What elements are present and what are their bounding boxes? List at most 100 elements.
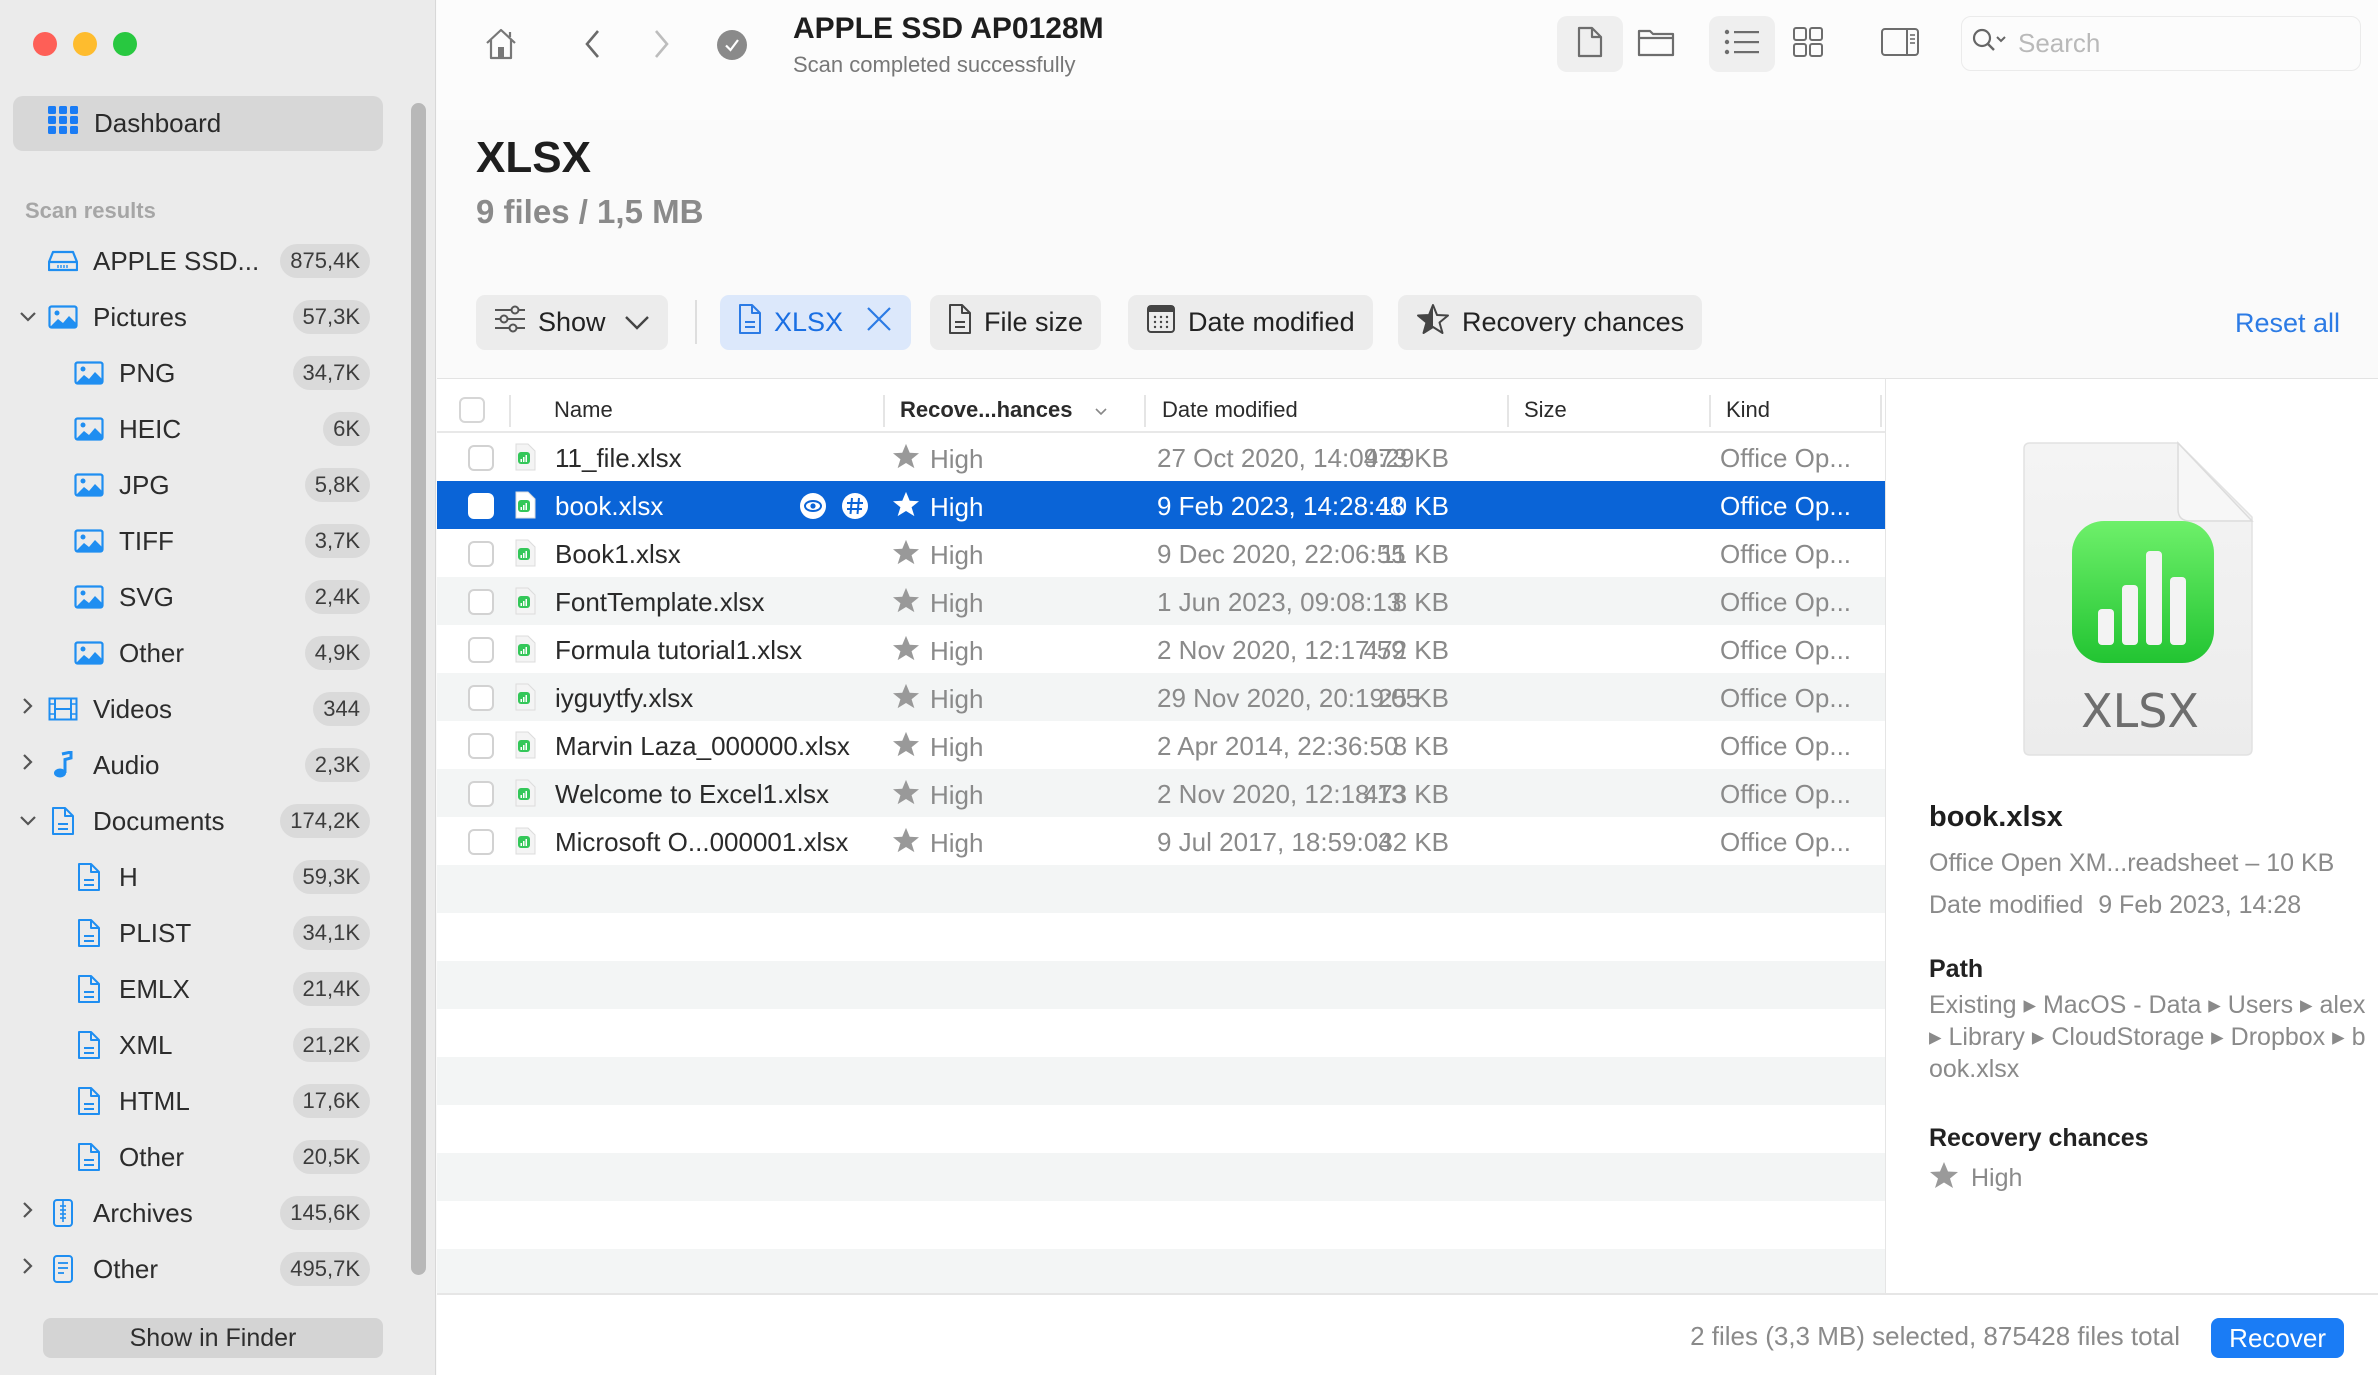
- sidebar-item-documents[interactable]: Documents 174,2K: [0, 793, 400, 849]
- document-icon: [73, 919, 105, 947]
- home-icon[interactable]: [481, 24, 521, 64]
- row-checkbox[interactable]: [468, 781, 494, 807]
- sidebar-item-label: SVG: [119, 581, 174, 612]
- sidebar-item-svg[interactable]: SVG 2,4K: [0, 569, 400, 625]
- toggle-preview-panel-button[interactable]: [1867, 16, 1933, 72]
- column-header-size[interactable]: Size: [1524, 387, 1567, 433]
- file-kind: Office Op...: [1720, 539, 1852, 569]
- table-row[interactable]: Microsoft O...000001.xlsx High 9 Jul 2017,…: [437, 817, 1885, 865]
- chevron-right-icon[interactable]: [18, 753, 38, 777]
- xlsx-filter-chip[interactable]: XLSX: [720, 295, 912, 350]
- sidebar-item-dashboard[interactable]: Dashboard: [13, 96, 383, 151]
- empty-row: [437, 1201, 1885, 1249]
- list-view-button[interactable]: [1709, 16, 1775, 72]
- file-kind: Office Op...: [1720, 491, 1852, 521]
- table-row[interactable]: iyguytfy.xlsx High 29 Nov 2020, 20:19:05 25…: [437, 673, 1885, 721]
- file-size: 472 KB: [1363, 635, 1449, 665]
- file-name: 11_file.xlsx: [555, 443, 682, 473]
- sidebar-item-pictures[interactable]: Pictures 57,3K: [0, 289, 400, 345]
- sidebar-scrollbar[interactable]: [411, 103, 426, 1275]
- folders-view-button[interactable]: [1623, 16, 1689, 72]
- column-header-recovery[interactable]: Recove...hances: [900, 387, 1108, 433]
- search-input[interactable]: [2018, 28, 2318, 59]
- table-row[interactable]: FontTemplate.xlsx High 1 Jun 2023, 09:08:1…: [437, 577, 1885, 625]
- sidebar-item-h[interactable]: H 59,3K: [0, 849, 400, 905]
- row-checkbox[interactable]: [468, 493, 494, 519]
- sidebar-item-emlx[interactable]: EMLX 21,4K: [0, 961, 400, 1017]
- recovery-chances-filter[interactable]: Recovery chances: [1398, 295, 1703, 350]
- table-row[interactable]: Marvin Laza_000000.xlsx High 2 Apr 2014, 2…: [437, 721, 1885, 769]
- recover-button[interactable]: Recover: [2211, 1318, 2344, 1358]
- show-in-finder-button[interactable]: Show in Finder: [43, 1318, 383, 1358]
- date-modified: 2 Apr 2014, 22:36:50: [1157, 731, 1399, 761]
- empty-row: [437, 961, 1885, 1009]
- chevron-right-icon[interactable]: [18, 697, 38, 721]
- file-name: Marvin Laza_000000.xlsx: [555, 731, 850, 761]
- table-row[interactable]: 11_file.xlsx High 27 Oct 2020, 14:09:29 473…: [437, 433, 1885, 481]
- page-title: XLSX: [476, 133, 591, 182]
- row-checkbox[interactable]: [468, 733, 494, 759]
- sidebar-item-label: Other: [93, 1253, 159, 1284]
- row-checkbox[interactable]: [468, 685, 494, 711]
- count-badge: 17,6K: [292, 1084, 370, 1118]
- row-checkbox[interactable]: [468, 637, 494, 663]
- sidebar-item-archives[interactable]: Archives 145,6K: [0, 1185, 400, 1241]
- sidebar-item-heic[interactable]: HEIC 6K: [0, 401, 400, 457]
- sidebar-item-html[interactable]: HTML 17,6K: [0, 1073, 400, 1129]
- date-modified-filter[interactable]: Date modified: [1128, 295, 1373, 350]
- show-filter-dropdown[interactable]: Show: [476, 295, 668, 350]
- table-row[interactable]: Formula tutorial1.xlsx High 2 Nov 2020, 12…: [437, 625, 1885, 673]
- close-window-button[interactable]: [33, 32, 57, 56]
- scan-results-tree: APPLE SSD... 875,4K Pictures 57,3K PNG 34,7K H…: [0, 233, 400, 1297]
- sidebar-item-other[interactable]: Other 495,7K: [0, 1241, 400, 1297]
- row-checkbox[interactable]: [468, 589, 494, 615]
- column-header-name[interactable]: Name: [554, 387, 613, 433]
- sidebar-item-tiff[interactable]: TIFF 3,7K: [0, 513, 400, 569]
- chevron-down-icon[interactable]: [18, 810, 38, 833]
- grid-view-button[interactable]: [1775, 16, 1841, 72]
- hex-view-icon[interactable]: [841, 492, 869, 527]
- sidebar-item-other[interactable]: Other 4,9K: [0, 625, 400, 681]
- row-checkbox[interactable]: [468, 445, 494, 471]
- search-field[interactable]: [1961, 16, 2361, 71]
- sidebar-item-png[interactable]: PNG 34,7K: [0, 345, 400, 401]
- list-icon: [1724, 28, 1760, 61]
- table-row[interactable]: Welcome to Excel1.xlsx High 2 Nov 2020, 12…: [437, 769, 1885, 817]
- sidebar-item-other[interactable]: Other 20,5K: [0, 1129, 400, 1185]
- select-all-checkbox[interactable]: [459, 397, 485, 423]
- reset-all-link[interactable]: Reset all: [2235, 308, 2340, 339]
- sidebar-item-plist[interactable]: PLIST 34,1K: [0, 905, 400, 961]
- remove-filter-icon[interactable]: [865, 305, 893, 340]
- chevron-right-icon[interactable]: [18, 1201, 38, 1225]
- star-icon: [892, 539, 920, 572]
- sidebar-item-label: XML: [119, 1029, 173, 1060]
- chevron-down-icon[interactable]: [18, 306, 38, 329]
- sidebar-item-jpg[interactable]: JPG 5,8K: [0, 457, 400, 513]
- table-row[interactable]: Book1.xlsx High 9 Dec 2020, 22:06:55 11 KB O…: [437, 529, 1885, 577]
- count-badge: 21,2K: [292, 1028, 370, 1062]
- file-size-filter[interactable]: File size: [930, 295, 1102, 350]
- table-row[interactable]: book.xlsx High 9 Feb 2023, 14:28:48 10 KB Of…: [437, 481, 1885, 529]
- sidebar-item-videos[interactable]: Videos 344: [0, 681, 400, 737]
- xlsx-file-icon: [514, 587, 536, 615]
- maximize-window-button[interactable]: [113, 32, 137, 56]
- column-header-date[interactable]: Date modified: [1162, 387, 1298, 433]
- forward-chevron-icon[interactable]: [647, 24, 677, 64]
- chevron-right-icon[interactable]: [18, 1257, 38, 1281]
- sidebar-item-xml[interactable]: XML 21,2K: [0, 1017, 400, 1073]
- sidebar-item-apple-ssd[interactable]: APPLE SSD... 875,4K: [0, 233, 400, 289]
- back-chevron-icon[interactable]: [577, 24, 607, 64]
- recovery-value: High: [930, 492, 984, 522]
- files-view-button[interactable]: [1557, 16, 1623, 72]
- recovery-value: High: [930, 684, 984, 714]
- row-checkbox[interactable]: [468, 541, 494, 567]
- date-modified: 9 Feb 2023, 14:28:48: [1157, 491, 1405, 521]
- file-kind: Office Op...: [1720, 587, 1852, 617]
- file-size: 25 KB: [1378, 683, 1449, 713]
- column-header-kind[interactable]: Kind: [1726, 387, 1770, 433]
- sidebar-item-label: Videos: [93, 693, 173, 724]
- preview-eye-icon[interactable]: [799, 492, 827, 527]
- row-checkbox[interactable]: [468, 829, 494, 855]
- sidebar-item-audio[interactable]: Audio 2,3K: [0, 737, 400, 793]
- minimize-window-button[interactable]: [73, 32, 97, 56]
